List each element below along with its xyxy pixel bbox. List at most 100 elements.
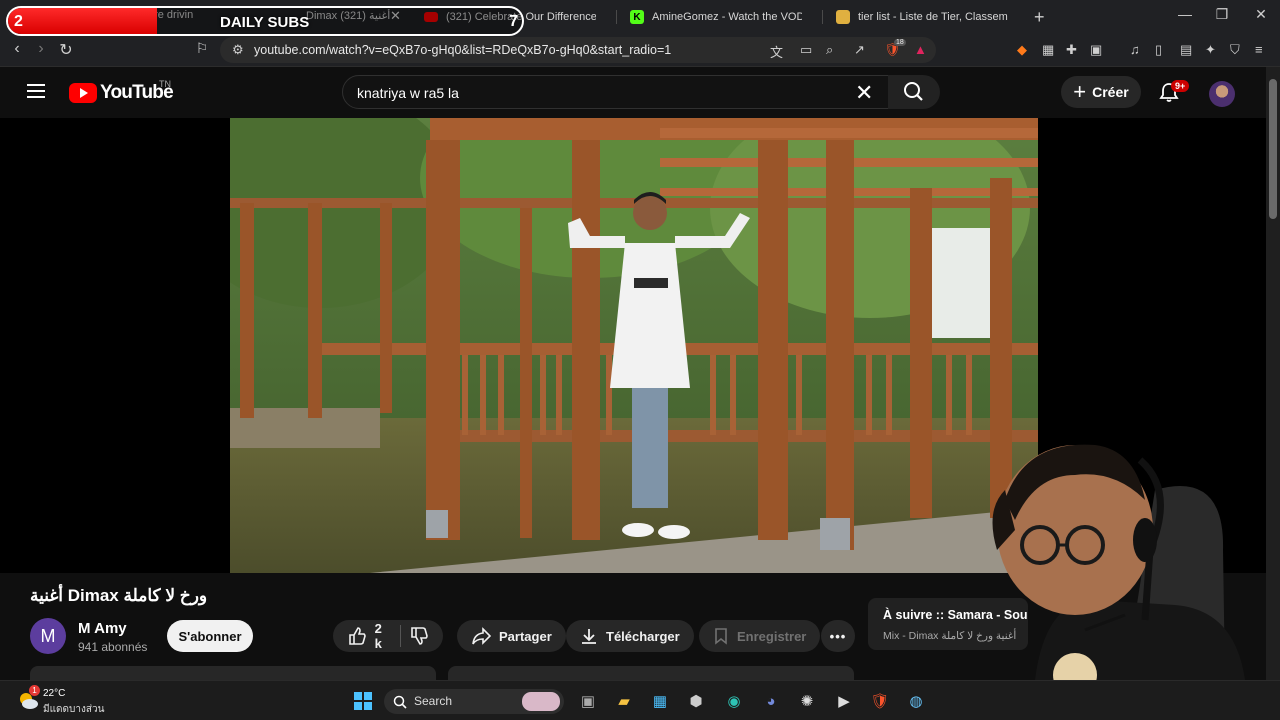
channel-avatar[interactable]: M <box>30 618 66 654</box>
bookmark-icon[interactable]: ⚐ <box>192 40 212 57</box>
file-explorer-icon[interactable]: ▰ <box>614 691 634 711</box>
download-icon <box>582 629 596 644</box>
share-page-icon[interactable]: ↗ <box>854 42 865 58</box>
hamburger-menu-icon[interactable] <box>27 84 45 98</box>
url-text[interactable]: youtube.com/watch?v=eQxB7o-gHq0&list=RDe… <box>254 43 671 57</box>
create-label: Créer <box>1092 84 1129 100</box>
channel-name[interactable]: M Amy <box>78 620 127 637</box>
tab-title: tier list - Liste de Tier, Classement à … <box>858 11 1008 23</box>
subs-goal: 7 <box>509 13 518 30</box>
search-icon <box>904 82 923 101</box>
reload-icon[interactable]: ↻ <box>56 40 76 60</box>
task-view-icon[interactable]: ▣ <box>578 691 598 711</box>
site-info-icon[interactable]: ⚙ <box>232 42 244 58</box>
share-label: Partager <box>499 628 552 644</box>
tab-separator <box>822 10 823 24</box>
plus-icon: + <box>1073 79 1087 104</box>
more-actions-button[interactable]: ••• <box>821 620 855 652</box>
chatgpt-icon[interactable]: ✺ <box>797 691 817 711</box>
dislike-icon[interactable] <box>409 626 429 646</box>
clear-search-icon[interactable]: ✕ <box>855 80 873 106</box>
search-query[interactable]: knatriya w ra5 la <box>357 85 459 101</box>
extension-icon[interactable]: ◆ <box>1017 42 1027 58</box>
video-still-image <box>230 118 1038 573</box>
back-icon[interactable]: ‹ <box>7 40 27 58</box>
windows-start-icon[interactable] <box>353 691 373 711</box>
translate-icon[interactable]: 文 <box>770 42 783 61</box>
download-label: Télécharger <box>606 628 680 644</box>
country-code: TN <box>159 79 171 89</box>
extensions-puzzle-icon[interactable]: ✚ <box>1066 42 1077 58</box>
brave-browser-icon[interactable]: 🛡 <box>870 691 890 711</box>
browser-toolbar: ‹ › ↻ ⚐ ⚙ youtube.com/watch?v=eQxB7o-gHq… <box>0 34 1280 67</box>
youtube-play-icon <box>69 83 97 103</box>
browser-tabstrip: 're drivin Dimax أغنية (321) ✕ (321) Cel… <box>0 0 1280 36</box>
video-title: ورخ لا كاملة Dimax أغنية <box>30 586 208 605</box>
user-avatar[interactable] <box>1209 81 1235 107</box>
steam-icon[interactable]: ◍ <box>906 691 926 711</box>
new-tab-button[interactable]: + <box>1034 7 1045 28</box>
tab-separator <box>616 10 617 24</box>
weather-condition[interactable]: มีแดดบางส่วน <box>43 702 104 717</box>
media-icon[interactable]: ♫ <box>1130 42 1140 57</box>
search-input[interactable]: knatriya w ra5 la ✕ <box>342 75 890 109</box>
menu-icon[interactable]: ≡ <box>1255 42 1263 57</box>
daily-subs-overlay: 2 DAILY SUBS 7 <box>6 6 524 36</box>
leo-icon[interactable]: ✦ <box>1205 42 1216 58</box>
taskbar-search[interactable]: Search <box>384 689 564 714</box>
like-count[interactable]: 2 k <box>375 621 393 651</box>
scrollbar-thumb[interactable] <box>1269 79 1277 219</box>
wallet-icon[interactable]: ▤ <box>1180 42 1192 58</box>
brave-rewards-icon[interactable]: ▲ <box>914 42 927 57</box>
share-icon <box>472 627 491 645</box>
maximize-icon[interactable]: ❐ <box>1207 6 1237 23</box>
weather-temperature[interactable]: 22°C <box>43 688 65 699</box>
taskbar-search-label: Search <box>414 694 453 708</box>
search-button[interactable] <box>888 75 940 109</box>
zoom-icon[interactable]: ⌕ <box>826 42 833 58</box>
cast-icon[interactable]: ▭ <box>800 42 812 58</box>
like-divider <box>400 625 402 647</box>
forward-icon[interactable]: › <box>31 40 51 58</box>
windows-taskbar: 1 22°C มีแดดบางส่วน Search ▣ ▰ ▦ ⬢ ◉ ◕ ✺… <box>0 680 1280 720</box>
search-highlight-icon <box>522 692 560 711</box>
tierlist-icon <box>836 10 850 24</box>
comments-card[interactable] <box>448 666 854 680</box>
extension-icon[interactable]: ▦ <box>1042 42 1054 58</box>
like-icon[interactable] <box>347 626 367 646</box>
share-button[interactable]: Partager <box>457 620 566 652</box>
save-button[interactable]: Enregistrer <box>699 620 821 652</box>
like-dislike-group: 2 k <box>333 620 443 652</box>
weather-badge: 1 <box>29 685 40 696</box>
subscribe-button[interactable]: S'abonner <box>167 620 253 652</box>
youtube-logo[interactable]: YouTube <box>69 82 174 104</box>
video-frame[interactable] <box>230 118 1038 573</box>
media-player-icon[interactable]: ▶ <box>834 691 854 711</box>
notification-count-badge: 9+ <box>1171 80 1190 92</box>
kick-icon: K <box>630 10 644 24</box>
description-card[interactable] <box>30 666 436 680</box>
minimize-icon[interactable]: — <box>1170 6 1200 22</box>
subscriber-count: 941 abonnés <box>78 640 148 654</box>
edge-icon[interactable]: ◉ <box>724 691 744 711</box>
sidebar-icon[interactable]: ▯ <box>1155 42 1162 58</box>
download-button[interactable]: Télécharger <box>566 620 694 652</box>
brave-count-badge: 18 <box>894 39 906 46</box>
extension-icon[interactable]: ▣ <box>1090 42 1102 58</box>
tab-kick[interactable]: K AmineGomez - Watch the VOD on Ki <box>620 0 812 34</box>
subs-progress-fill <box>8 8 158 34</box>
vpn-icon[interactable]: ⛉ <box>1230 42 1240 58</box>
close-window-icon[interactable]: ✕ <box>1246 6 1276 23</box>
tab-tierlist[interactable]: tier list - Liste de Tier, Classement à … <box>826 0 1018 34</box>
bookmark-save-icon <box>715 628 727 645</box>
app-icon[interactable]: ⬢ <box>686 691 706 711</box>
webcam-image <box>992 444 1245 680</box>
more-icon: ••• <box>829 628 847 644</box>
save-label: Enregistrer <box>737 628 807 644</box>
search-icon <box>393 695 407 709</box>
create-button[interactable]: + Créer <box>1061 76 1141 108</box>
address-bar[interactable]: ⚙ youtube.com/watch?v=eQxB7o-gHq0&list=R… <box>220 37 936 63</box>
discord-icon[interactable]: ◕ <box>761 691 781 711</box>
subs-current: 2 <box>14 13 23 30</box>
microsoft-store-icon[interactable]: ▦ <box>650 691 670 711</box>
